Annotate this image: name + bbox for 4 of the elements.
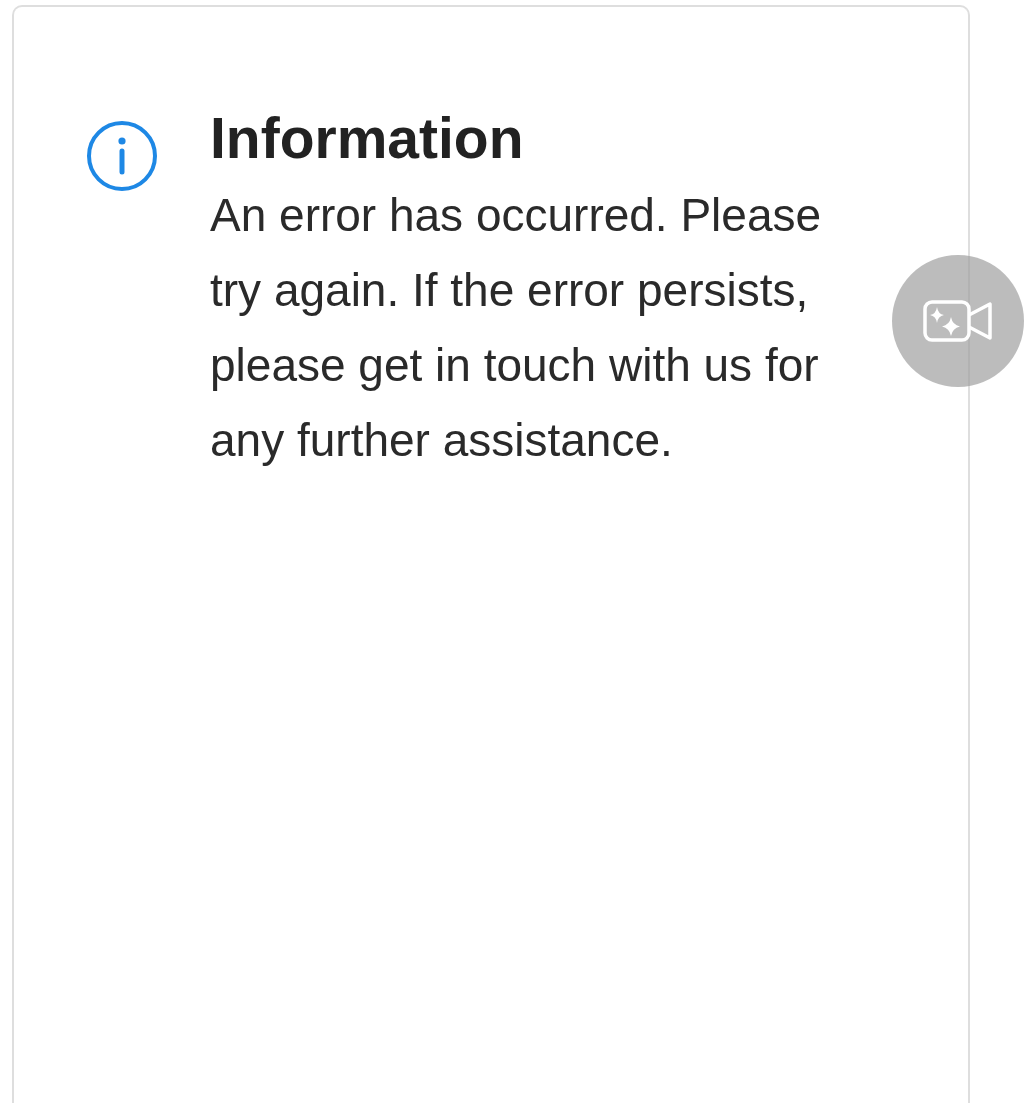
info-icon: [86, 120, 158, 192]
dialog-message: An error has occurred. Please try again. If the error persists, please get in touch with us for any further assistance.: [210, 188, 823, 468]
dialog-title: Information: [210, 108, 525, 168]
video-camera-sparkle-icon: [923, 300, 993, 342]
